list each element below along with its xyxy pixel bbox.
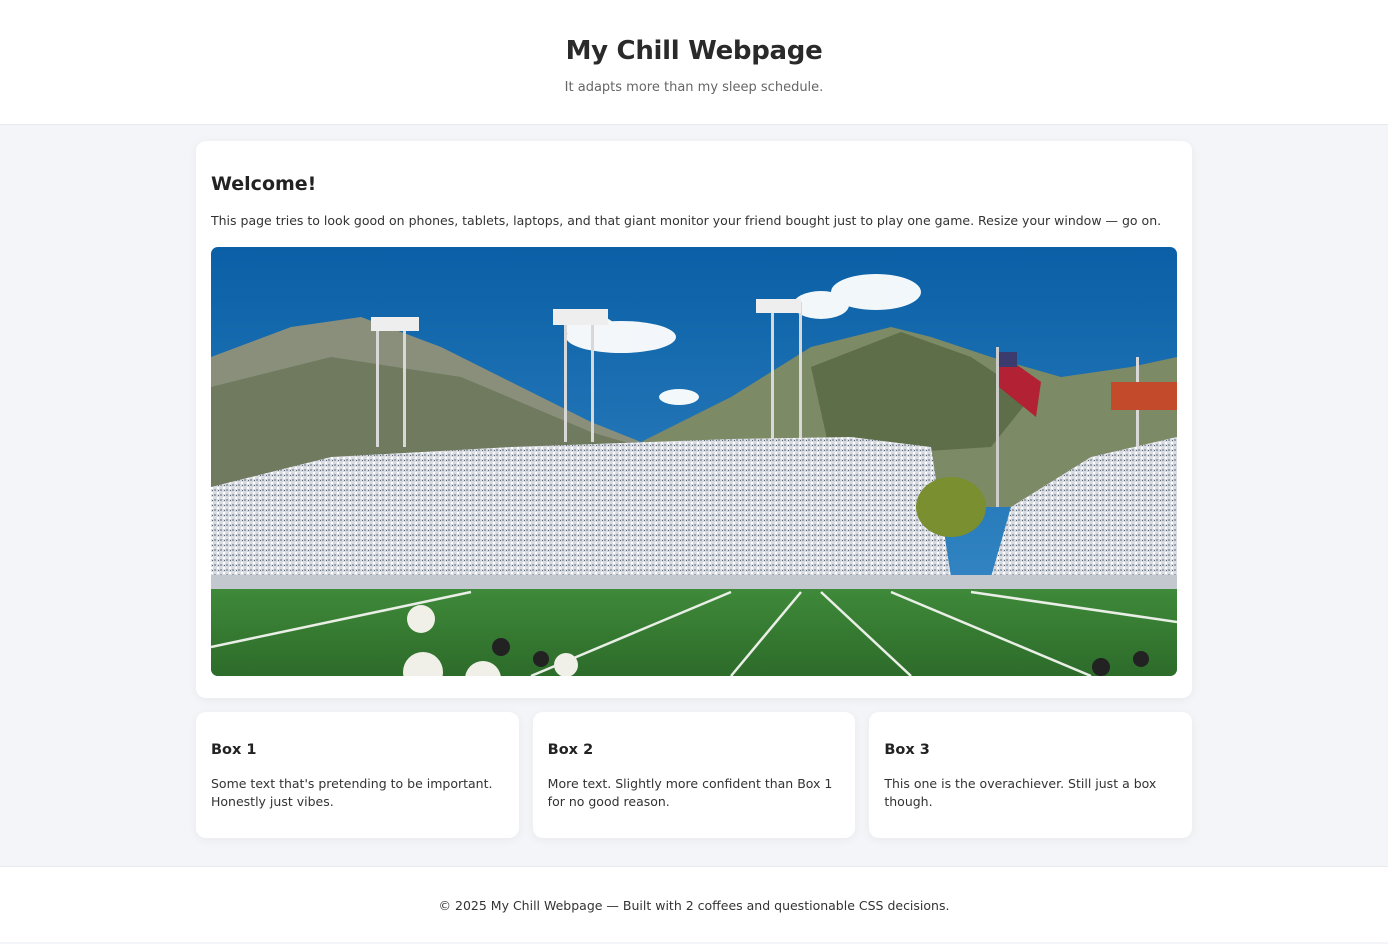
box-text: Some text that's pretending to be import… — [211, 776, 493, 809]
footer-text: © 2025 My Chill Webpage — Built with 2 c… — [438, 898, 950, 913]
box-card: Box 1 Some text that's pretending to be … — [196, 712, 519, 838]
site-footer: © 2025 My Chill Webpage — Built with 2 c… — [0, 866, 1388, 942]
box-title: Box 2 — [547, 742, 594, 758]
box-title: Box 3 — [884, 742, 930, 758]
box-text: More text. Slightly more confident than … — [547, 776, 833, 809]
box-row: Box 1 Some text that's pretending to be … — [196, 712, 1193, 838]
box-card: Box 3 This one is the overachiever. Stil… — [869, 712, 1193, 838]
page-tagline: It adapts more than my sleep schedule. — [564, 80, 824, 95]
box-title: Box 1 — [211, 742, 257, 758]
site-header: My Chill Webpage It adapts more than my … — [0, 0, 1388, 125]
welcome-text: This page tries to look good on phones, … — [211, 213, 1162, 228]
box-text: This one is the overachiever. Still just… — [884, 776, 1157, 809]
main-content: Welcome! This page tries to look good on… — [196, 141, 1193, 838]
stadium-hero-image — [211, 246, 1177, 676]
page-title: My Chill Webpage — [565, 36, 823, 66]
welcome-card: Welcome! This page tries to look good on… — [196, 141, 1192, 698]
box-card: Box 2 More text. Slightly more confident… — [532, 712, 856, 838]
welcome-title: Welcome! — [211, 173, 317, 195]
